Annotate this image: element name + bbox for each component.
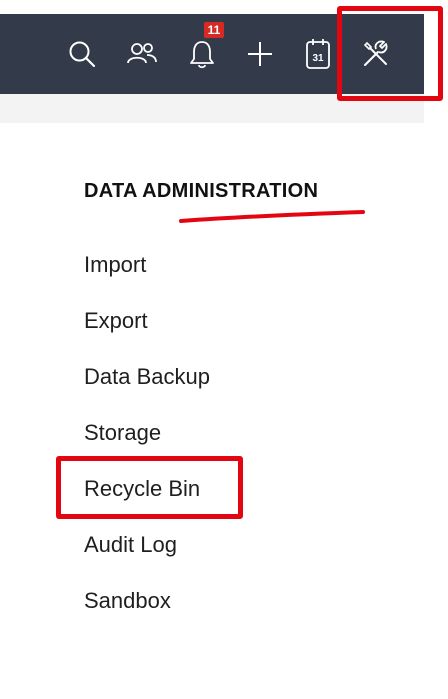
bell-icon[interactable]: 11 xyxy=(178,14,226,94)
section-title: DATA ADMINISTRATION xyxy=(84,180,319,202)
sub-header-bar xyxy=(0,94,424,123)
calendar-icon[interactable]: 31 xyxy=(294,14,342,94)
notification-badge: 11 xyxy=(204,22,224,38)
menu-item-audit-log[interactable]: Audit Log xyxy=(84,528,210,584)
tools-icon[interactable] xyxy=(352,14,400,94)
menu-item-import[interactable]: Import xyxy=(84,248,210,304)
contacts-icon[interactable] xyxy=(118,14,166,94)
menu-item-storage[interactable]: Storage xyxy=(84,416,210,472)
menu-item-data-backup[interactable]: Data Backup xyxy=(84,360,210,416)
data-administration-menu: Import Export Data Backup Storage Recycl… xyxy=(84,248,210,640)
menu-item-sandbox[interactable]: Sandbox xyxy=(84,584,210,640)
search-icon[interactable] xyxy=(58,14,106,94)
plus-icon[interactable] xyxy=(236,14,284,94)
top-navigation-bar: 11 31 xyxy=(0,14,424,94)
menu-item-recycle-bin[interactable]: Recycle Bin xyxy=(84,472,210,528)
menu-item-export[interactable]: Export xyxy=(84,304,210,360)
title-underline-annotation xyxy=(179,210,365,223)
calendar-day-text: 31 xyxy=(312,53,324,64)
